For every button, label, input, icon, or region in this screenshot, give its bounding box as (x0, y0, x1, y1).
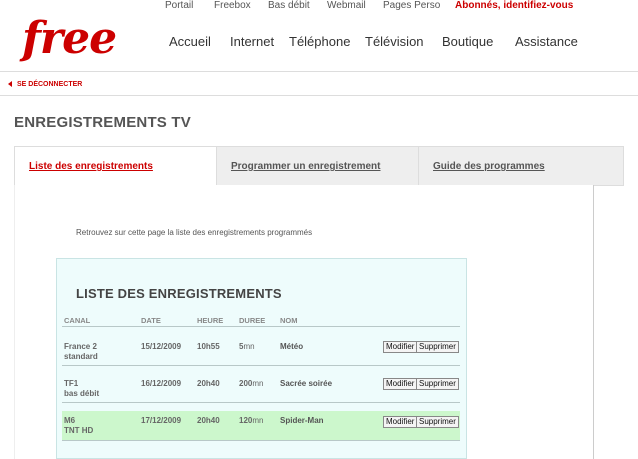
topnav-bas-debit-link[interactable]: Bas débit (268, 0, 310, 11)
topnav-webmail-link[interactable]: Webmail (327, 0, 366, 11)
header-divider (0, 71, 638, 72)
arrow-left-icon (8, 81, 12, 88)
canal-quality: standard (64, 352, 98, 361)
cell-canal: France 2 standard (64, 342, 98, 362)
tab-liste-enregistrements[interactable]: Liste des enregistrements (14, 146, 217, 186)
cell-duree: 120mn (239, 416, 263, 426)
tab-label: Guide des programmes (433, 161, 545, 172)
modify-button[interactable]: Modifier (383, 378, 418, 390)
top-navigation: Portail Freebox Bas débit Webmail Pages … (0, 0, 638, 14)
delete-button[interactable]: Supprimer (416, 341, 459, 353)
canal-quality: bas débit (64, 389, 100, 398)
cell-nom: Spider-Man (280, 416, 324, 425)
cell-date: 16/12/2009 (141, 379, 182, 388)
row-divider-line (62, 365, 460, 366)
topnav-pages-perso-link[interactable]: Pages Perso (383, 0, 440, 11)
duree-unit: mn (243, 342, 255, 351)
cell-canal: TF1 bas débit (64, 379, 99, 399)
cell-duree: 200mn (239, 379, 263, 389)
nav-television[interactable]: Télévision (365, 34, 424, 49)
nav-assistance[interactable]: Assistance (515, 34, 578, 49)
duree-value: 200 (239, 379, 253, 388)
duree-unit: mn (252, 379, 264, 388)
canal-name: M6 (64, 416, 76, 425)
modify-button[interactable]: Modifier (383, 416, 418, 428)
duree-value: 120 (239, 416, 253, 425)
cell-heure: 20h40 (197, 379, 220, 388)
canal-name: TF1 (64, 379, 79, 388)
nav-accueil[interactable]: Accueil (169, 34, 211, 49)
intro-text: Retrouvez sur cette page la liste des en… (76, 228, 313, 237)
list-title: LISTE DES ENREGISTREMENTS (76, 286, 282, 301)
cell-duree: 5mn (239, 342, 255, 352)
cell-date: 15/12/2009 (141, 342, 182, 351)
tab-label: Programmer un enregistrement (231, 161, 381, 172)
cell-heure: 10h55 (197, 342, 220, 351)
duree-unit: mn (252, 416, 264, 425)
header-duree: DUREE (239, 316, 266, 325)
nav-telephone[interactable]: Téléphone (289, 34, 350, 49)
delete-button[interactable]: Supprimer (416, 416, 459, 428)
tab-bar: Liste des enregistrements Programmer un … (14, 146, 624, 186)
nav-boutique[interactable]: Boutique (442, 34, 493, 49)
tab-guide-programmes[interactable]: Guide des programmes (418, 146, 624, 186)
delete-button[interactable]: Supprimer (416, 378, 459, 390)
tab-programmer-enregistrement[interactable]: Programmer un enregistrement (216, 146, 419, 186)
login-link[interactable]: Abonnés, identifiez-vous (455, 0, 573, 11)
row-divider-line (62, 440, 460, 441)
subheader-divider (0, 95, 638, 96)
canal-name: France 2 (64, 342, 97, 351)
header-nom: NOM (280, 316, 298, 325)
cell-heure: 20h40 (197, 416, 220, 425)
header-divider-line (62, 326, 460, 327)
cell-canal: M6 TNT HD (64, 416, 93, 436)
row-divider-line (62, 402, 460, 403)
cell-nom: Météo (280, 342, 304, 351)
topnav-portail-link[interactable]: Portail (165, 0, 193, 11)
nav-internet[interactable]: Internet (230, 34, 274, 49)
tab-label: Liste des enregistrements (29, 161, 153, 172)
header-canal: CANAL (64, 316, 91, 325)
header-heure: HEURE (197, 316, 224, 325)
logout-link[interactable]: SE DÉCONNECTER (8, 81, 82, 88)
page-title: ENREGISTREMENTS TV (14, 114, 191, 131)
modify-button[interactable]: Modifier (383, 341, 418, 353)
topnav-freebox-link[interactable]: Freebox (214, 0, 251, 11)
cell-date: 17/12/2009 (141, 416, 182, 425)
logout-label: SE DÉCONNECTER (17, 81, 83, 88)
cell-nom: Sacrée soirée (280, 379, 333, 388)
canal-quality: TNT HD (64, 426, 94, 435)
main-navigation: Accueil Internet Téléphone Télévision Bo… (0, 34, 638, 54)
header-date: DATE (141, 316, 161, 325)
